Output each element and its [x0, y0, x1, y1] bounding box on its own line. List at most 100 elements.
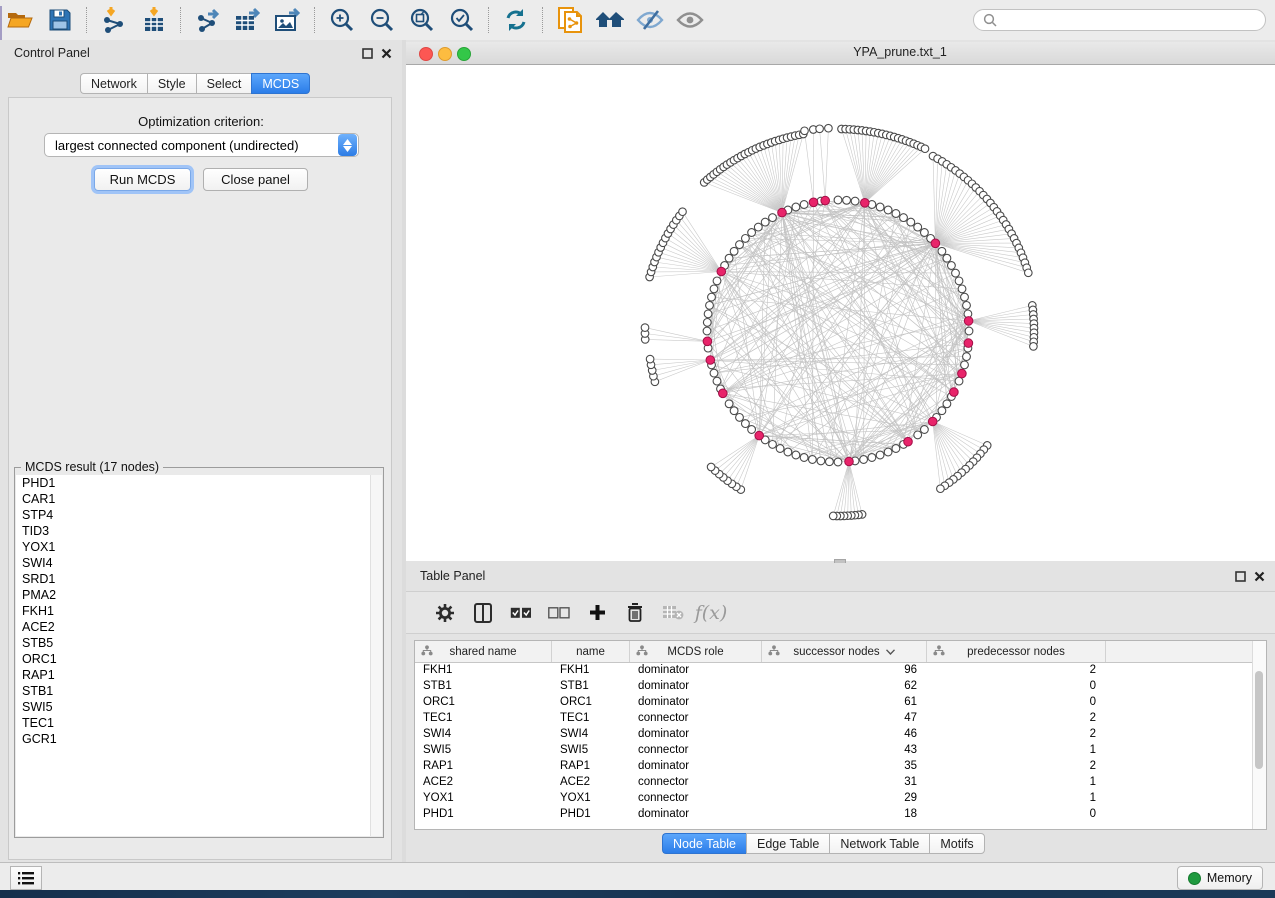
table-row[interactable]: RAP1RAP1dominator352 [415, 758, 1253, 774]
refresh-icon[interactable] [499, 5, 533, 35]
export-table-icon[interactable] [231, 5, 265, 35]
float-panel-icon[interactable] [362, 48, 373, 59]
table-cell: PHD1 [552, 806, 630, 822]
tab-node-table[interactable]: Node Table [662, 833, 746, 854]
tab-style[interactable]: Style [147, 73, 196, 94]
table-toolbar: f(x) [406, 591, 1275, 634]
network-graph[interactable] [406, 65, 1275, 561]
mcds-result-item[interactable]: STP4 [16, 507, 382, 523]
mcds-result-item[interactable]: FKH1 [16, 603, 382, 619]
tab-mcds[interactable]: MCDS [251, 73, 310, 94]
desktop-wallpaper-strip [0, 890, 1275, 898]
export-image-icon[interactable] [271, 5, 305, 35]
table-row[interactable]: SWI4SWI4dominator462 [415, 726, 1253, 742]
table-row[interactable]: YOX1YOX1connector291 [415, 790, 1253, 806]
create-column-icon[interactable] [578, 596, 616, 630]
mcds-result-item[interactable]: STB5 [16, 635, 382, 651]
table-settings-gear-icon[interactable] [426, 596, 464, 630]
deselect-all-icon[interactable] [540, 596, 578, 630]
network-view-window: YPA_prune.txt_1 [406, 40, 1275, 563]
clone-document-icon[interactable] [553, 5, 587, 35]
network-canvas[interactable] [406, 65, 1275, 561]
table-cell: dominator [630, 662, 762, 678]
close-panel-icon[interactable] [1254, 571, 1265, 582]
column-header-shared-name[interactable]: shared name [415, 641, 552, 662]
table-row[interactable]: ACE2ACE2connector311 [415, 774, 1253, 790]
mcds-result-item[interactable]: PHD1 [16, 475, 382, 491]
table-row[interactable]: SWI5SWI5connector431 [415, 742, 1253, 758]
select-all-icon[interactable] [502, 596, 540, 630]
mcds-result-item[interactable]: ACE2 [16, 619, 382, 635]
close-panel-button[interactable]: Close panel [203, 168, 308, 191]
delete-column-icon[interactable] [616, 596, 654, 630]
table-cell: 96 [762, 662, 927, 678]
table-cell: TEC1 [552, 710, 630, 726]
mcds-result-item[interactable]: CAR1 [16, 491, 382, 507]
table-cell: YOX1 [552, 790, 630, 806]
table-cell: connector [630, 774, 762, 790]
column-header-name[interactable]: name [552, 641, 630, 662]
tab-network-table[interactable]: Network Table [829, 833, 929, 854]
run-mcds-button[interactable]: Run MCDS [94, 168, 191, 191]
network-window-titlebar[interactable]: YPA_prune.txt_1 [406, 42, 1275, 65]
column-header-predecessor-nodes[interactable]: predecessor nodes [927, 641, 1106, 662]
show-eye-icon[interactable] [673, 5, 707, 35]
mcds-result-item[interactable]: ORC1 [16, 651, 382, 667]
list-scrollbar[interactable] [370, 475, 382, 836]
mcds-result-item[interactable]: SWI5 [16, 699, 382, 715]
table-row[interactable]: ORC1ORC1dominator610 [415, 694, 1253, 710]
hide-eye-icon[interactable] [633, 5, 667, 35]
search-field[interactable] [973, 9, 1266, 31]
memory-button[interactable]: Memory [1177, 866, 1263, 890]
table-cell: ACE2 [552, 774, 630, 790]
table-panel-title: Table Panel [420, 569, 485, 583]
scrollbar-thumb[interactable] [1255, 671, 1263, 769]
table-row[interactable]: TEC1TEC1connector472 [415, 710, 1253, 726]
column-header-successor-nodes[interactable]: successor nodes [762, 641, 927, 662]
criterion-select[interactable]: largest connected component (undirected) [44, 133, 359, 157]
node-table[interactable]: shared namenameMCDS rolesuccessor nodesp… [414, 640, 1267, 830]
tab-edge-table[interactable]: Edge Table [746, 833, 829, 854]
zoom-out-icon[interactable] [365, 5, 399, 35]
mcds-result-list[interactable]: PHD1CAR1STP4TID3YOX1SWI4SRD1PMA2FKH1ACE2… [16, 475, 382, 836]
float-panel-icon[interactable] [1235, 571, 1246, 582]
menu-button[interactable] [10, 866, 42, 890]
table-row[interactable]: PHD1PHD1dominator180 [415, 806, 1253, 822]
table-cell: 29 [762, 790, 927, 806]
mcds-result-item[interactable]: TID3 [16, 523, 382, 539]
home-network-icon[interactable] [593, 5, 627, 35]
control-panel-title: Control Panel [14, 46, 90, 60]
mcds-result-item[interactable]: TEC1 [16, 715, 382, 731]
table-cell: 61 [762, 694, 927, 710]
export-network-icon[interactable] [191, 5, 225, 35]
import-network-icon[interactable] [97, 5, 131, 35]
column-header-MCDS-role[interactable]: MCDS role [630, 641, 762, 662]
close-panel-icon[interactable] [381, 48, 392, 59]
zoom-in-icon[interactable] [325, 5, 359, 35]
open-folder-icon[interactable] [3, 5, 37, 35]
mcds-result-item[interactable]: YOX1 [16, 539, 382, 555]
network-window-title: YPA_prune.txt_1 [406, 45, 1275, 59]
mcds-result-item[interactable]: PMA2 [16, 587, 382, 603]
table-cell: dominator [630, 806, 762, 822]
tab-select[interactable]: Select [196, 73, 252, 94]
control-panel-tabs: NetworkStyleSelectMCDS [80, 73, 310, 94]
save-icon[interactable] [43, 5, 77, 35]
mcds-result-item[interactable]: STB1 [16, 683, 382, 699]
search-input[interactable] [1002, 12, 1265, 28]
table-scrollbar[interactable] [1252, 641, 1266, 829]
table-row[interactable]: FKH1FKH1dominator962 [415, 662, 1253, 678]
mcds-result-item[interactable]: GCR1 [16, 731, 382, 747]
table-row[interactable]: STB1STB1dominator620 [415, 678, 1253, 694]
mcds-result-item[interactable]: SRD1 [16, 571, 382, 587]
table-cell: 2 [927, 726, 1106, 742]
mcds-result-item[interactable]: RAP1 [16, 667, 382, 683]
zoom-fit-icon[interactable] [405, 5, 439, 35]
table-cell: 18 [762, 806, 927, 822]
mcds-result-item[interactable]: SWI4 [16, 555, 382, 571]
show-column-icon[interactable] [464, 596, 502, 630]
import-table-icon[interactable] [137, 5, 171, 35]
tab-motifs[interactable]: Motifs [929, 833, 984, 854]
tab-network[interactable]: Network [80, 73, 147, 94]
zoom-selected-icon[interactable] [445, 5, 479, 35]
